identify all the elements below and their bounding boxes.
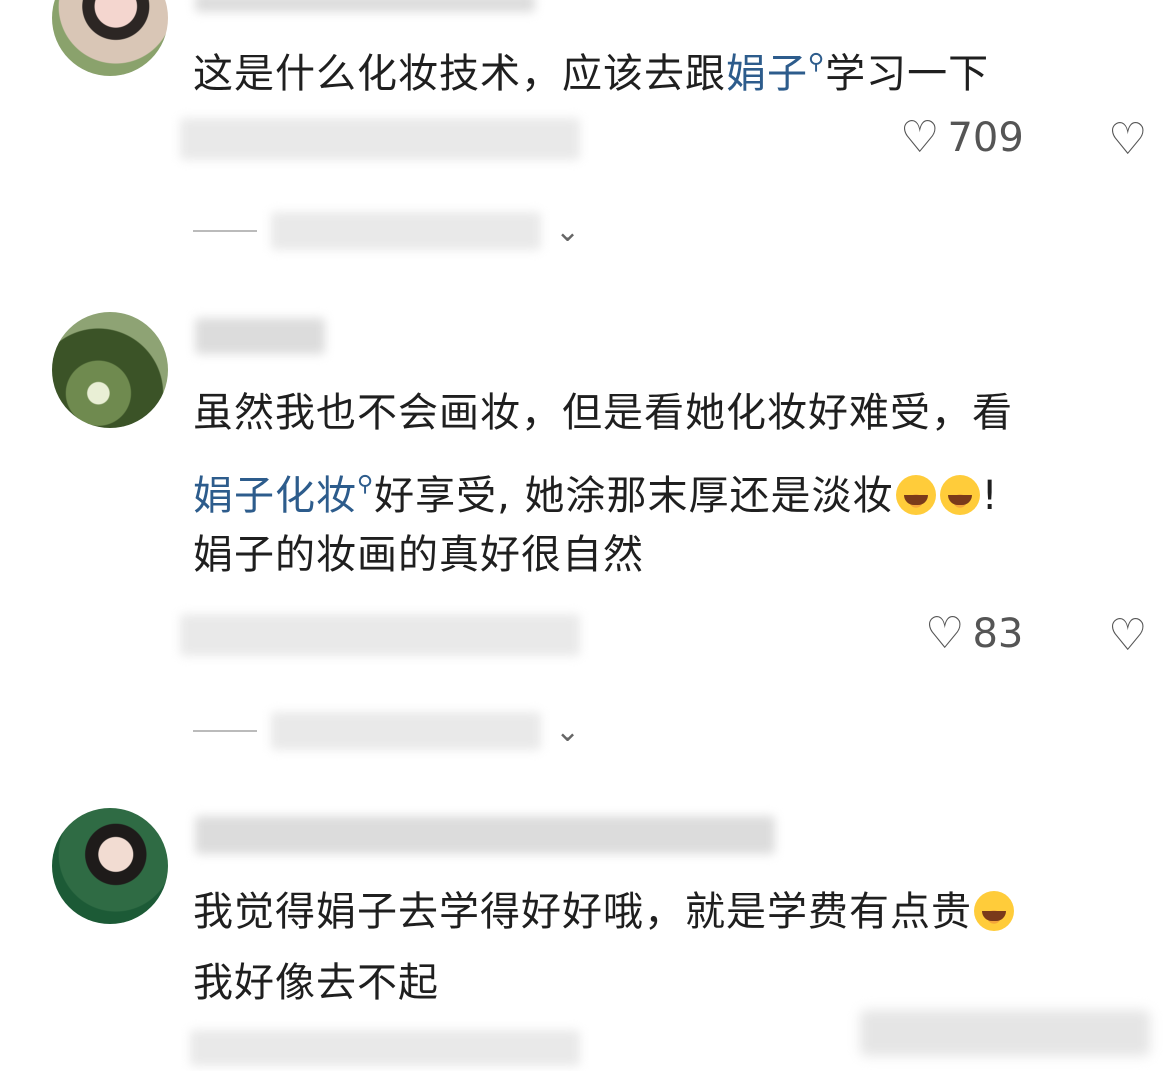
dislike-button[interactable]: ♡ bbox=[1108, 610, 1147, 661]
comment-text: 这是什么化妆技术，应该去跟娟子⚲学习一下 bbox=[193, 27, 989, 110]
dislike-button[interactable]: ♡ bbox=[1108, 114, 1147, 165]
watermark-blurred bbox=[860, 1010, 1150, 1056]
divider bbox=[193, 230, 257, 232]
chevron-down-icon: ⌄ bbox=[555, 213, 581, 249]
chevron-down-icon: ⌄ bbox=[555, 713, 581, 749]
laughing-emoji-icon bbox=[974, 891, 1014, 931]
meta-blurred bbox=[190, 1030, 580, 1066]
laughing-emoji-icon bbox=[895, 475, 936, 515]
comment-text-part: ! bbox=[981, 473, 999, 519]
avatar[interactable] bbox=[52, 312, 168, 428]
comment-text-part: 学习一下 bbox=[825, 51, 990, 97]
like-count: 83 bbox=[972, 611, 1024, 657]
comment-text-line: 我好像去不起 bbox=[193, 960, 439, 1006]
heart-outline-icon: ♡ bbox=[925, 608, 965, 659]
like-button[interactable]: ♡ 83 bbox=[925, 611, 1023, 657]
like-button[interactable]: ♡ 709 bbox=[900, 115, 1024, 161]
search-link[interactable]: 娟子化妆 bbox=[193, 473, 357, 519]
reply-count-blurred bbox=[271, 212, 541, 250]
username-blurred[interactable] bbox=[195, 0, 535, 12]
search-link[interactable]: 娟子 bbox=[726, 51, 808, 97]
comment-text-line: 我觉得娟子去学得好好哦，就是学费有点贵 bbox=[193, 877, 1016, 948]
divider bbox=[193, 730, 257, 732]
search-icon[interactable]: ⚲ bbox=[808, 50, 825, 75]
laughing-emoji-icon bbox=[939, 475, 980, 515]
comment-text-part: 这是什么化妆技术，应该去跟 bbox=[193, 51, 726, 97]
like-count: 709 bbox=[947, 115, 1024, 161]
broken-heart-icon: ♡ bbox=[1108, 114, 1148, 165]
expand-replies[interactable]: ⌄ bbox=[193, 712, 580, 750]
comment-text-part: 好享受, 她涂那末厚还是淡妆 bbox=[374, 473, 894, 519]
meta-blurred bbox=[180, 614, 580, 656]
broken-heart-icon: ♡ bbox=[1108, 610, 1148, 661]
username-blurred[interactable] bbox=[195, 816, 775, 854]
username-blurred[interactable] bbox=[195, 318, 325, 354]
expand-replies[interactable]: ⌄ bbox=[193, 212, 580, 250]
search-icon[interactable]: ⚲ bbox=[357, 472, 374, 497]
reply-count-blurred bbox=[271, 712, 541, 750]
meta-blurred bbox=[180, 118, 580, 160]
avatar[interactable] bbox=[52, 808, 168, 924]
comment-text-part: 我觉得娟子去学得好好哦，就是学费有点贵 bbox=[193, 889, 972, 935]
avatar[interactable] bbox=[52, 0, 168, 76]
comment-text-line: 虽然我也不会画妆，但是看她化妆好难受，看 bbox=[193, 390, 1013, 436]
comment-text-line: 娟子的妆画的真好很自然 bbox=[193, 532, 644, 578]
heart-outline-icon: ♡ bbox=[900, 112, 940, 163]
